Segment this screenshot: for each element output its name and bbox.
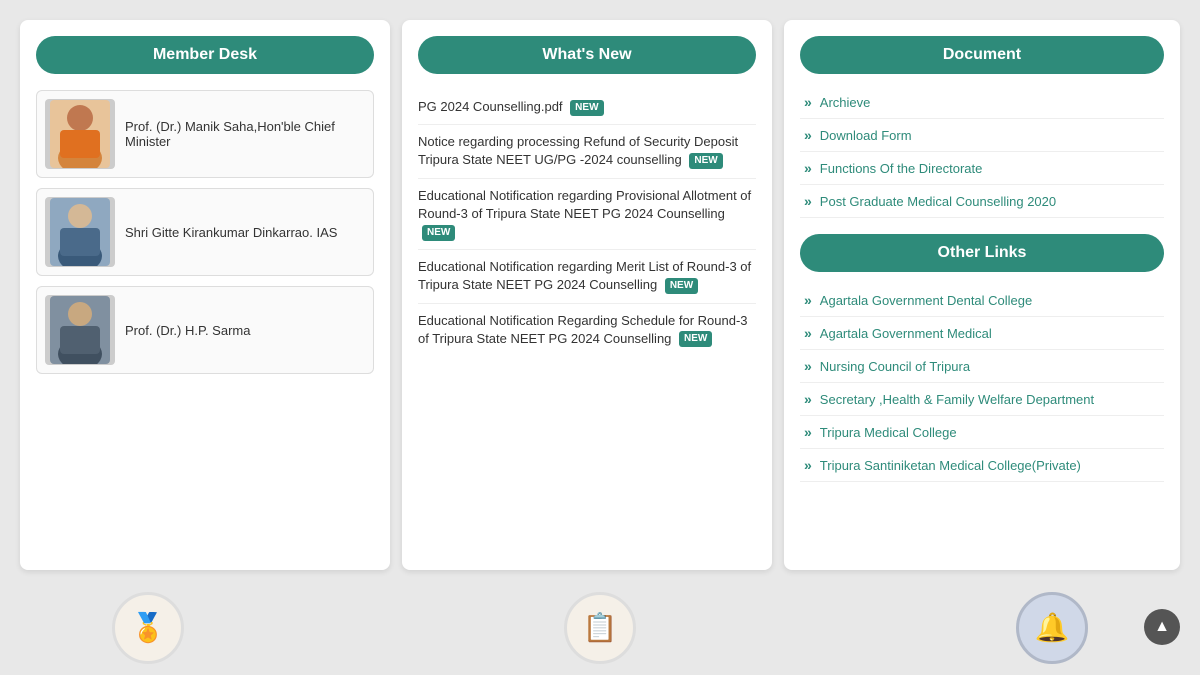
whats-new-panel: What's New PG 2024 Counselling.pdf NEW N… <box>402 20 772 570</box>
news-item-4[interactable]: Educational Notification Regarding Sched… <box>418 304 756 356</box>
doc-link-functions[interactable]: » Functions Of the Directorate <box>800 152 1164 185</box>
member-name-1: Prof. (Dr.) Manik Saha,Hon'ble Chief Min… <box>125 119 365 149</box>
member-desk-panel: Member Desk Prof. (Dr.) Manik Saha,Hon'b… <box>20 20 390 570</box>
link-govt-medical[interactable]: » Agartala Government Medical <box>800 317 1164 350</box>
new-badge-3: NEW <box>665 278 698 294</box>
arrow-icon-2: » <box>804 160 812 176</box>
member-item-3[interactable]: Prof. (Dr.) H.P. Sarma <box>36 286 374 374</box>
member-item-1[interactable]: Prof. (Dr.) Manik Saha,Hon'ble Chief Min… <box>36 90 374 178</box>
arrow-icon-9: » <box>804 457 812 473</box>
new-badge-0: NEW <box>570 100 603 116</box>
member-name-3: Prof. (Dr.) H.P. Sarma <box>125 323 250 338</box>
link-nursing-council[interactable]: » Nursing Council of Tripura <box>800 350 1164 383</box>
news-item-2[interactable]: Educational Notification regarding Provi… <box>418 179 756 251</box>
arrow-icon-6: » <box>804 358 812 374</box>
new-badge-2: NEW <box>422 225 455 241</box>
arrow-icon-3: » <box>804 193 812 209</box>
whats-new-header: What's New <box>418 36 756 74</box>
document-links-panel: Document » Archieve » Download Form » Fu… <box>784 20 1180 570</box>
avatar-1 <box>45 99 115 169</box>
doc-link-download-form[interactable]: » Download Form <box>800 119 1164 152</box>
member-name-2: Shri Gitte Kirankumar Dinkarrao. IAS <box>125 225 337 240</box>
bottom-icons-bar: 🏅 📋 🔔 <box>0 580 1200 675</box>
arrow-icon-1: » <box>804 127 812 143</box>
avatar-3 <box>45 295 115 365</box>
news-item-0[interactable]: PG 2024 Counselling.pdf NEW <box>418 90 756 125</box>
link-secretary-health[interactable]: » Secretary ,Health & Family Welfare Dep… <box>800 383 1164 416</box>
link-tripura-medical[interactable]: » Tripura Medical College <box>800 416 1164 449</box>
arrow-icon-5: » <box>804 325 812 341</box>
arrow-icon-4: » <box>804 292 812 308</box>
scroll-to-top-button[interactable]: ▲ <box>1144 609 1180 645</box>
news-item-1[interactable]: Notice regarding processing Refund of Se… <box>418 125 756 178</box>
other-links-header: Other Links <box>800 234 1164 272</box>
doc-link-archieve[interactable]: » Archieve <box>800 86 1164 119</box>
new-badge-4: NEW <box>679 331 712 347</box>
bell-icon-circle[interactable]: 🔔 <box>1016 592 1088 664</box>
document-header: Document <box>800 36 1164 74</box>
member-item-2[interactable]: Shri Gitte Kirankumar Dinkarrao. IAS <box>36 188 374 276</box>
new-badge-1: NEW <box>689 153 722 169</box>
news-item-3[interactable]: Educational Notification regarding Merit… <box>418 250 756 303</box>
link-dental-college[interactable]: » Agartala Government Dental College <box>800 284 1164 317</box>
arrow-icon-0: » <box>804 94 812 110</box>
checklist-icon-circle[interactable]: 📋 <box>564 592 636 664</box>
award-icon-circle[interactable]: 🏅 <box>112 592 184 664</box>
link-santiniketan[interactable]: » Tripura Santiniketan Medical College(P… <box>800 449 1164 482</box>
member-desk-header: Member Desk <box>36 36 374 74</box>
doc-link-pg-counselling[interactable]: » Post Graduate Medical Counselling 2020 <box>800 185 1164 218</box>
arrow-icon-8: » <box>804 424 812 440</box>
avatar-2 <box>45 197 115 267</box>
arrow-icon-7: » <box>804 391 812 407</box>
